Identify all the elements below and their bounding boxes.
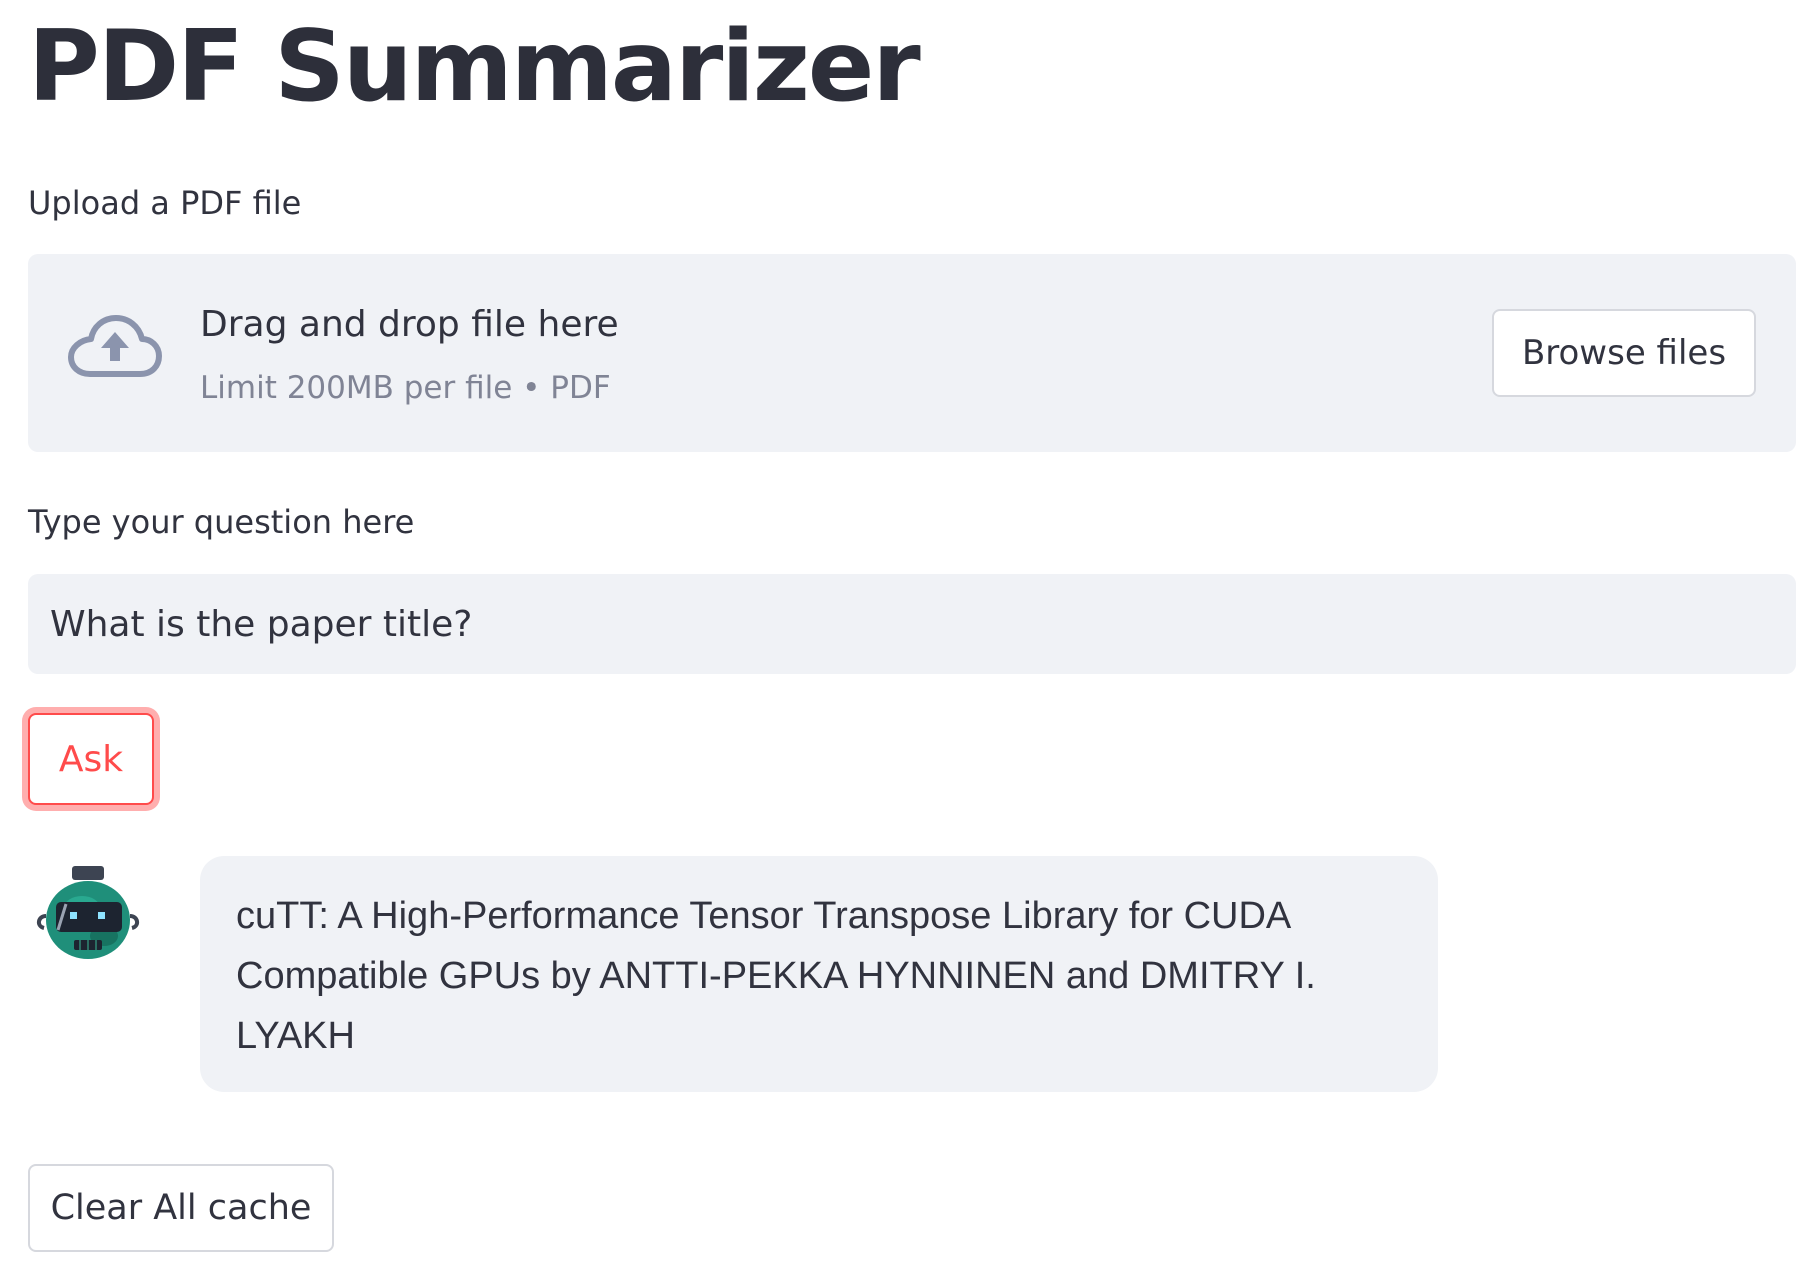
dropzone-limit: Limit 200MB per file • PDF [200,370,611,406]
question-label: Type your question here [28,503,415,541]
page-title: PDF Summarizer [28,10,921,124]
browse-files-button[interactable]: Browse files [1492,309,1756,397]
robot-avatar-icon [37,866,139,959]
assistant-response: cuTT: A High-Performance Tensor Transpos… [200,856,1438,1092]
file-dropzone[interactable]: Drag and drop file here Limit 200MB per … [28,254,1796,452]
clear-cache-button[interactable]: Clear All cache [28,1164,334,1252]
ask-button[interactable]: Ask [28,713,154,805]
dropzone-instructions: Drag and drop file here [200,304,619,345]
question-input[interactable] [28,574,1796,674]
upload-label: Upload a PDF file [28,184,302,222]
cloud-upload-icon [68,315,162,377]
